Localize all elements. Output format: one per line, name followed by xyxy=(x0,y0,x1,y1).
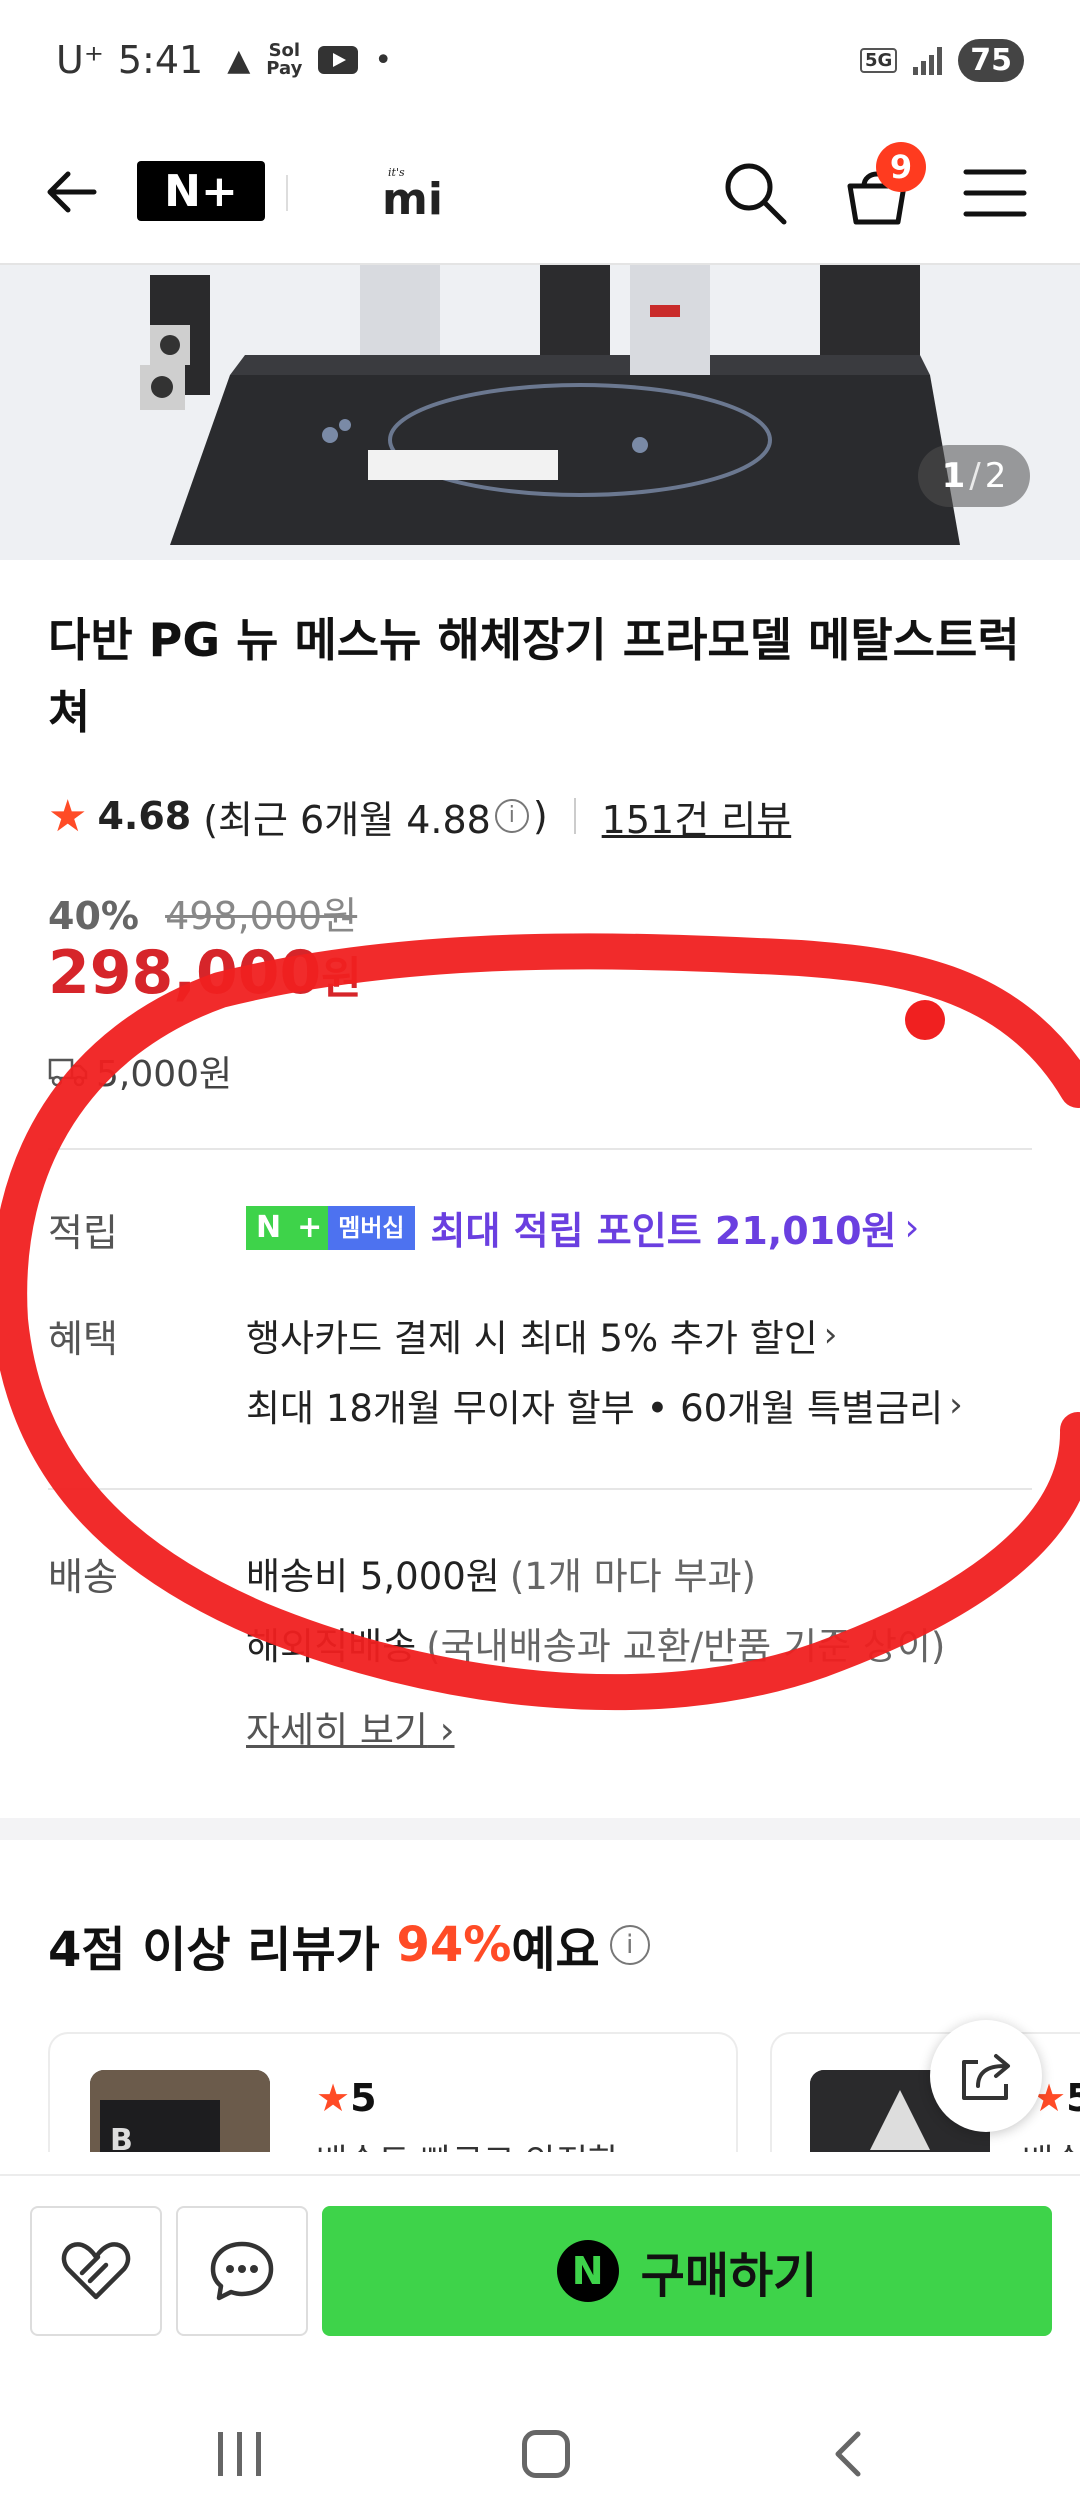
clock: 5:41 xyxy=(117,38,204,82)
battery-icon: 75 xyxy=(958,38,1024,82)
original-price: 498,000원 xyxy=(165,894,358,938)
sale-price-unit: 원 xyxy=(321,953,362,1004)
chat-icon xyxy=(210,2241,274,2301)
nplus-logo-text: N+ xyxy=(164,165,238,217)
benefit-line-1: 행사카드 결제 시 최대 5% 추가 할인 xyxy=(246,1317,818,1360)
heart-icon xyxy=(61,2242,131,2300)
shipping-fee-line: 배송비 5,000원 (1개 마다 부과) xyxy=(246,1546,756,1600)
review-text: 배송도 빠르고 안전한 xyxy=(316,2134,619,2152)
counter-current: 1 xyxy=(941,456,966,496)
badge-plus: + xyxy=(291,1205,329,1250)
shipping-method-line: 해외직배송 (국내배송과 교환/반품 기준 상이) xyxy=(246,1616,945,1670)
review-heading-prefix: 4점 이상 리뷰가 xyxy=(48,1922,397,1978)
shipping-fee: 배송비 5,000원 xyxy=(246,1555,500,1598)
rating-separator xyxy=(573,798,576,834)
app-header: N+ it's mi 9 xyxy=(0,120,1080,265)
mi-brand-logo[interactable]: it's mi xyxy=(380,162,460,222)
shipping-label: 배송 xyxy=(48,1555,118,1599)
system-nav-bar xyxy=(0,2344,1080,2520)
network-5g-icon: 5G xyxy=(859,47,898,73)
share-button[interactable] xyxy=(930,2020,1042,2132)
divider xyxy=(48,1488,1032,1490)
chat-button[interactable] xyxy=(176,2206,308,2336)
home-icon[interactable] xyxy=(522,2430,570,2478)
shipping-detail-text: 자세히 보기 xyxy=(246,1709,428,1752)
counter-separator: / xyxy=(969,456,981,496)
divider xyxy=(48,1148,1032,1150)
benefit-card-discount[interactable]: 행사카드 결제 시 최대 5% 추가 할인 › xyxy=(246,1308,837,1362)
review-rating-value: 5 xyxy=(1066,2076,1080,2120)
nplus-logo[interactable]: N+ xyxy=(137,161,265,221)
review-text: 배송 xyxy=(1022,2134,1080,2152)
rating-recent-close: ) xyxy=(532,794,548,838)
nplus-membership-badge: N + 멤버십 xyxy=(246,1205,415,1250)
review-card[interactable]: B ★5 배송도 빠르고 안전한 xyxy=(48,2032,738,2152)
points-label: 적립 xyxy=(48,1211,118,1255)
sale-price: 298,000원 xyxy=(48,938,362,1008)
cart-count-badge: 9 xyxy=(876,142,926,192)
rating-row: ★ 4.68 (최근 6개월 4.88 i ) 151건 리뷰 xyxy=(48,788,791,844)
status-right: 5G 75 xyxy=(859,38,1024,82)
header-divider xyxy=(286,175,288,211)
share-icon xyxy=(962,2054,1010,2100)
nav-back-icon[interactable] xyxy=(820,2424,880,2484)
signal-icon xyxy=(913,45,943,75)
shipping-method-note: (국내배송과 교환/반품 기준 상이) xyxy=(426,1625,946,1668)
wishlist-button[interactable] xyxy=(30,2206,162,2336)
recent-apps-icon[interactable] xyxy=(218,2432,261,2476)
bottom-action-bar: N 구매하기 xyxy=(0,2174,1080,2344)
shipping-fee-row: 5,000원 xyxy=(48,1045,232,1097)
buy-button[interactable]: N 구매하기 xyxy=(322,2206,1052,2336)
hamburger-menu-icon[interactable] xyxy=(962,164,1028,222)
review-rating-value: 5 xyxy=(350,2076,377,2120)
carrier-label: U⁺ xyxy=(56,38,104,82)
counter-total: 2 xyxy=(984,456,1007,496)
youtube-icon xyxy=(318,46,359,74)
shipping-fee-note: (1개 마다 부과) xyxy=(509,1555,756,1598)
dot-icon: • xyxy=(374,42,393,78)
status-bar: U⁺ 5:41 ▲ Sol Pay • 5G 75 xyxy=(0,0,1080,120)
shipping-detail-link[interactable]: 자세히 보기 › xyxy=(246,1700,455,1754)
truck-icon xyxy=(48,1058,88,1087)
discount-rate: 40% xyxy=(48,894,139,938)
search-icon[interactable] xyxy=(720,158,790,228)
sale-price-value: 298,000 xyxy=(48,938,322,1008)
chevron-right-icon: › xyxy=(904,1206,920,1249)
review-heading-suffix: 예요 xyxy=(511,1922,600,1978)
shipping-method: 해외직배송 xyxy=(246,1625,417,1668)
review-heading-percent: 94% xyxy=(396,1917,512,1973)
badge-n: N xyxy=(246,1205,292,1250)
badge-membership: 멤버십 xyxy=(328,1205,415,1250)
mi-logo-text: mi xyxy=(382,174,443,222)
product-title: 다반 PG 뉴 메스뉴 해체장기 프라모델 메탈스트럭쳐 xyxy=(48,613,1020,739)
section-gap xyxy=(0,1818,1080,1840)
pay-icon: Sol Pay xyxy=(266,40,303,79)
rating-value: 4.68 xyxy=(97,794,192,838)
points-row[interactable]: N + 멤버십 최대 적립 포인트 21,010원 › xyxy=(246,1200,919,1255)
warning-icon: ▲ xyxy=(227,42,251,78)
chevron-right-icon: › xyxy=(949,1385,963,1425)
info-icon[interactable]: i xyxy=(609,1925,650,1965)
max-points-text: 최대 적립 포인트 21,010원 xyxy=(430,1209,897,1253)
shipping-fee-short: 5,000원 xyxy=(96,1054,233,1095)
naver-n-icon: N xyxy=(556,2240,619,2302)
info-icon[interactable]: i xyxy=(494,799,529,833)
rating-recent: (최근 6개월 4.88 xyxy=(203,797,491,842)
buy-label: 구매하기 xyxy=(640,2248,818,2304)
review-count-link[interactable]: 151건 리뷰 xyxy=(602,789,792,844)
benefit-line-2: 최대 18개월 무이자 할부 • 60개월 특별금리 xyxy=(246,1387,944,1430)
discount-row: 40% 498,000원 xyxy=(48,885,357,940)
star-icon: ★ xyxy=(48,790,88,842)
chevron-right-icon: › xyxy=(823,1315,838,1355)
review-summary-heading: 4점 이상 리뷰가 94% 예요 i xyxy=(48,1910,654,1980)
product-photo xyxy=(0,265,1080,560)
benefits-label: 혜택 xyxy=(48,1317,118,1361)
review-thumbnail: B xyxy=(90,2070,270,2152)
image-counter: 1 / 2 xyxy=(918,445,1030,507)
review-rating: ★5 xyxy=(316,2076,377,2120)
back-arrow-icon[interactable] xyxy=(40,160,104,224)
svg-text:B: B xyxy=(110,2123,133,2152)
product-image-carousel[interactable] xyxy=(0,265,1080,560)
benefit-installment[interactable]: 최대 18개월 무이자 할부 • 60개월 특별금리 › xyxy=(246,1378,963,1432)
